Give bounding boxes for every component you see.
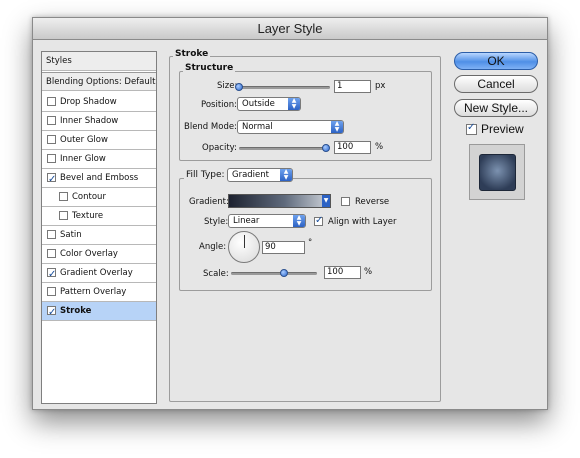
style-item-pattern-overlay[interactable]: Pattern Overlay xyxy=(42,283,156,302)
style-item-inner-shadow[interactable]: Inner Shadow xyxy=(42,112,156,131)
contour-checkbox[interactable] xyxy=(59,192,68,201)
style-item-gradient-overlay[interactable]: Gradient Overlay xyxy=(42,264,156,284)
angle-input[interactable]: 90 xyxy=(262,241,305,254)
style-item-bevel-emboss[interactable]: Bevel and Emboss xyxy=(42,169,156,189)
texture-checkbox[interactable] xyxy=(59,211,68,220)
reverse-checkbox[interactable] xyxy=(341,197,350,206)
styles-header[interactable]: Styles xyxy=(42,52,156,71)
preview-label: Preview xyxy=(481,122,524,136)
scale-input[interactable]: 100 xyxy=(324,266,361,279)
fill-type-value: Gradient xyxy=(232,170,269,180)
fill-type-label: Fill Type: xyxy=(184,170,227,180)
updown-arrow-icon: ▲ ▼ xyxy=(280,169,292,181)
fill-type-select[interactable]: Gradient ▲ ▼ xyxy=(227,168,293,182)
stroke-checkbox[interactable] xyxy=(47,304,56,322)
preview-thumbnail xyxy=(479,154,516,191)
inner-glow-checkbox[interactable] xyxy=(47,154,56,163)
updown-arrow-icon: ▲ ▼ xyxy=(293,215,305,227)
preview-checkbox[interactable] xyxy=(466,122,477,135)
opacity-slider-knob[interactable] xyxy=(322,144,330,152)
align-with-layer-checkbox[interactable] xyxy=(314,215,323,226)
style-item-color-overlay[interactable]: Color Overlay xyxy=(42,245,156,264)
gradient-style-value: Linear xyxy=(233,216,260,226)
opacity-label: Opacity: xyxy=(202,143,237,153)
scale-label: Scale: xyxy=(203,269,229,279)
gradient-swatch[interactable]: ▼ xyxy=(228,194,331,208)
updown-arrow-icon: ▲ ▼ xyxy=(288,98,300,110)
gradient-overlay-checkbox[interactable] xyxy=(47,266,56,284)
cancel-button[interactable]: Cancel xyxy=(454,75,538,93)
structure-title: Structure xyxy=(183,63,236,73)
dropdown-arrow-icon[interactable]: ▼ xyxy=(322,195,330,207)
position-select[interactable]: Outside ▲ ▼ xyxy=(237,97,301,111)
style-item-stroke[interactable]: Stroke xyxy=(42,302,156,322)
size-slider-track[interactable] xyxy=(238,86,330,89)
color-overlay-checkbox[interactable] xyxy=(47,249,56,258)
align-with-layer-label: Align with Layer xyxy=(328,217,397,227)
position-label: Position: xyxy=(201,100,237,110)
blend-mode-label: Blend Mode: xyxy=(184,122,237,132)
scale-slider-track[interactable] xyxy=(231,272,317,275)
style-item-satin[interactable]: Satin xyxy=(42,226,156,245)
angle-unit: ° xyxy=(308,238,313,248)
blending-options[interactable]: Blending Options: Default xyxy=(42,72,156,91)
position-value: Outside xyxy=(242,99,275,109)
style-item-inner-glow[interactable]: Inner Glow xyxy=(42,150,156,169)
opacity-unit: % xyxy=(375,142,384,152)
updown-arrow-icon: ▲ ▼ xyxy=(331,121,343,133)
blend-mode-value: Normal xyxy=(242,122,273,132)
outer-glow-checkbox[interactable] xyxy=(47,135,56,144)
inner-shadow-checkbox[interactable] xyxy=(47,116,56,125)
style-preview xyxy=(469,144,525,200)
styles-list: Styles Blending Options: Default Drop Sh… xyxy=(41,51,157,404)
drop-shadow-checkbox[interactable] xyxy=(47,97,56,106)
size-slider-knob[interactable] xyxy=(235,83,243,91)
dialog-title: Layer Style xyxy=(33,18,547,40)
style-item-outer-glow[interactable]: Outer Glow xyxy=(42,131,156,150)
layer-style-dialog: Layer Style Styles Blending Options: Def… xyxy=(32,17,548,410)
style-item-drop-shadow[interactable]: Drop Shadow xyxy=(42,93,156,112)
stroke-title: Stroke xyxy=(173,49,211,59)
reverse-label: Reverse xyxy=(355,197,390,207)
angle-dial[interactable] xyxy=(228,231,260,263)
pattern-overlay-checkbox[interactable] xyxy=(47,287,56,296)
style-label: Style: xyxy=(204,217,229,227)
style-item-contour[interactable]: Contour xyxy=(42,188,156,207)
opacity-slider-track[interactable] xyxy=(239,147,329,150)
gradient-label: Gradient: xyxy=(189,197,229,207)
angle-label: Angle: xyxy=(199,242,227,252)
gradient-style-select[interactable]: Linear ▲ ▼ xyxy=(228,214,306,228)
scale-slider-knob[interactable] xyxy=(280,269,288,277)
opacity-input[interactable]: 100 xyxy=(334,141,371,154)
style-item-texture[interactable]: Texture xyxy=(42,207,156,226)
size-unit: px xyxy=(375,81,386,91)
scale-unit: % xyxy=(364,267,373,277)
ok-button[interactable]: OK xyxy=(454,52,538,70)
blend-mode-select[interactable]: Normal ▲ ▼ xyxy=(237,120,344,134)
size-input[interactable]: 1 xyxy=(334,80,371,93)
new-style-button[interactable]: New Style... xyxy=(454,99,538,117)
satin-checkbox[interactable] xyxy=(47,230,56,239)
bevel-emboss-checkbox[interactable] xyxy=(47,171,56,189)
